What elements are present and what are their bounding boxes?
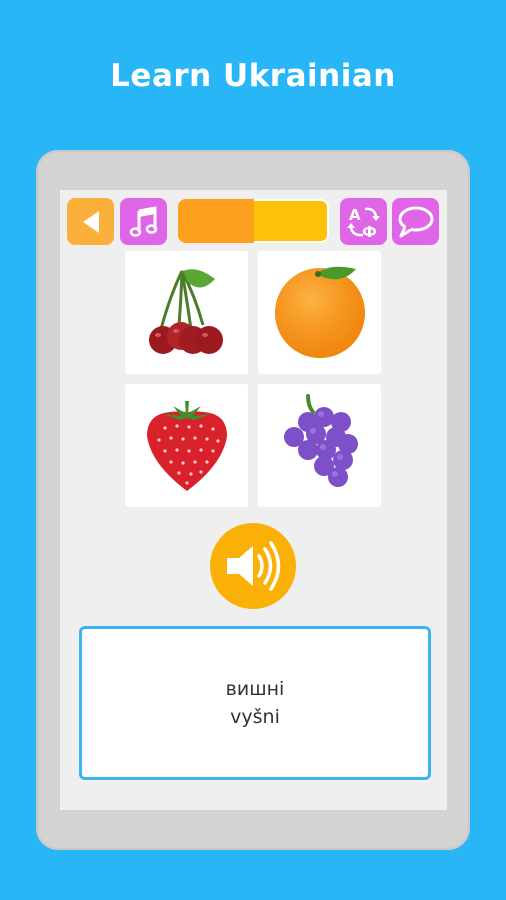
progress-fill	[178, 199, 254, 243]
translate-glyph-bottom: Ф	[362, 223, 377, 241]
card-orange[interactable]	[258, 251, 381, 374]
page-title: Learn Ukrainian	[110, 58, 396, 94]
translate-glyph-top: A	[349, 206, 361, 224]
grapes-icon	[284, 394, 358, 487]
card-strawberry[interactable]	[125, 384, 248, 507]
music-note-icon	[129, 205, 157, 237]
translate-button[interactable]: A Ф	[340, 198, 387, 245]
cherries-icon	[149, 269, 223, 354]
lesson-progress-bar	[178, 199, 329, 243]
back-triangle-icon	[82, 210, 99, 233]
speaker-icon	[227, 541, 281, 591]
card-cherries[interactable]	[125, 251, 248, 374]
answer-panel: вишні vyšni	[79, 626, 431, 780]
music-button[interactable]	[120, 198, 167, 245]
play-audio-button[interactable]	[210, 523, 296, 609]
strawberry-icon	[147, 401, 227, 491]
card-grapes[interactable]	[258, 384, 381, 507]
chat-button[interactable]	[392, 198, 439, 245]
answer-transliteration: vyšni	[230, 706, 280, 728]
back-button[interactable]	[67, 198, 114, 245]
orange-icon	[275, 266, 365, 358]
answer-native-word: вишні	[225, 678, 285, 700]
speech-bubble-icon	[398, 206, 433, 237]
translate-icon: A Ф	[346, 206, 380, 241]
